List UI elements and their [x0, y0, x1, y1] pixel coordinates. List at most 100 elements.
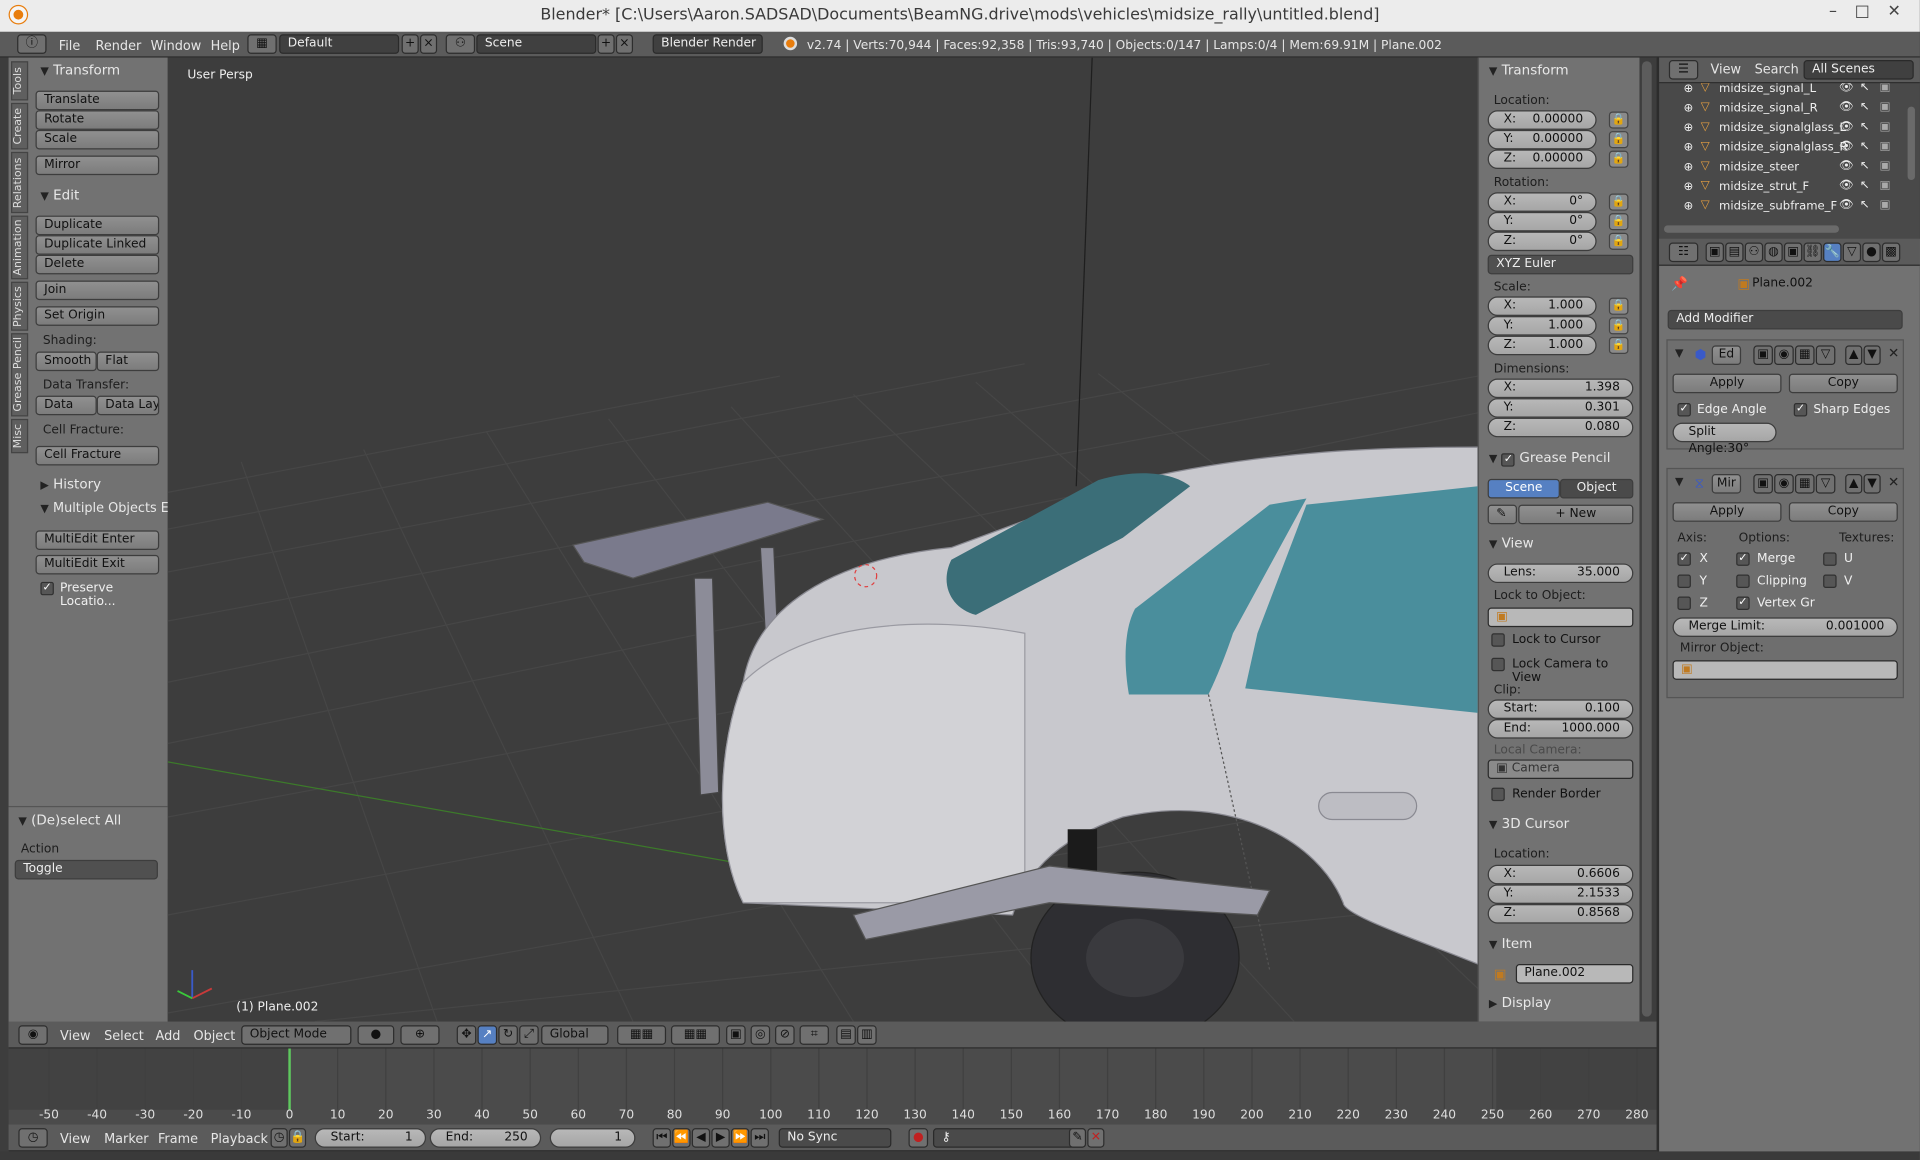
editor-type-properties-icon[interactable]: ☷ — [1668, 242, 1699, 263]
close-window-button[interactable]: ✕ — [1881, 2, 1908, 24]
lock-camera-checkbox[interactable] — [1491, 657, 1505, 672]
mirror-object-field[interactable]: ▣ — [1672, 660, 1898, 680]
edit-panel-title[interactable]: ▼ Edit — [40, 187, 79, 203]
cursor-z-field[interactable]: Z: 0.8568 — [1487, 903, 1634, 924]
item-panel-title[interactable]: ▼ Item — [1489, 936, 1532, 952]
merge-checkbox[interactable]: ✓ — [1736, 552, 1750, 566]
orientation-select[interactable]: Global — [541, 1025, 609, 1045]
lock-object-field[interactable]: ▣ — [1487, 607, 1634, 628]
visibility-eye-icon[interactable]: 👁 — [1839, 100, 1854, 113]
move-down-icon[interactable]: ▼ — [1863, 474, 1881, 494]
cursor-y-field[interactable]: Y: 2.1533 — [1487, 884, 1634, 904]
snap-icon[interactable]: ⊘ — [775, 1025, 795, 1045]
render-camera-icon[interactable]: ▣ — [1879, 120, 1890, 133]
visibility-eye-icon[interactable]: 👁 — [1839, 83, 1854, 94]
preview-range-icon[interactable]: ◷ — [270, 1128, 288, 1148]
collapse-triangle-icon[interactable]: ▼ — [1675, 476, 1683, 488]
layers-icon[interactable]: ▦▦ — [617, 1025, 667, 1045]
lock-location-x-icon[interactable]: 🔒 — [1608, 111, 1629, 129]
gp-object-button[interactable]: Object — [1559, 478, 1634, 499]
visibility-eye-icon[interactable]: 👁 — [1839, 179, 1854, 192]
translate-button[interactable]: Translate — [35, 90, 160, 111]
menu-file[interactable]: File — [59, 39, 81, 54]
lock-location-z-icon[interactable]: 🔒 — [1608, 150, 1629, 168]
rotate-manipulator-icon[interactable]: ↻ — [498, 1025, 518, 1045]
world-tab-icon[interactable]: ◍ — [1764, 242, 1783, 263]
multiedit-enter-button[interactable]: MultiEdit Enter — [35, 530, 160, 550]
gp-pencil-icon[interactable]: ✎ — [1487, 504, 1518, 525]
grease-pencil-checkbox[interactable]: ✓ — [1501, 453, 1516, 467]
merge-limit-field[interactable]: Merge Limit: 0.001000 — [1672, 617, 1898, 637]
tab-grease-pencil[interactable]: Grease Pencil — [11, 333, 29, 417]
lock-rotation-z-icon[interactable]: 🔒 — [1608, 232, 1629, 250]
render-visibility-icon[interactable]: ◉ — [1774, 474, 1794, 494]
render-icon[interactable]: ▤ — [836, 1025, 856, 1045]
outliner-row[interactable]: ⊕ ▽ midsize_signalglass_R 👁 ↖ ▣ — [1659, 138, 1904, 158]
outliner-row[interactable]: ⊕ ▽ midsize_steer 👁 ↖ ▣ — [1659, 158, 1904, 178]
screen-layout-icon[interactable]: ▦ — [247, 34, 277, 54]
grease-pencil-title[interactable]: ▼ ✓ Grease Pencil — [1489, 450, 1611, 467]
render-camera-icon[interactable]: ▣ — [1879, 140, 1890, 153]
multiple-objects-panel-title[interactable]: ▼ Multiple Objects Edit — [40, 501, 185, 516]
visibility-eye-icon[interactable]: 👁 — [1839, 198, 1854, 211]
outliner-row[interactable]: ⊕ ▽ midsize_signalglass_L 👁 ↖ ▣ — [1659, 119, 1904, 139]
scale-z-field[interactable]: Z: 1.000 — [1487, 335, 1597, 356]
editmode-icon[interactable]: ▦ — [1794, 345, 1815, 366]
texture-u-checkbox[interactable] — [1823, 552, 1837, 566]
remove-layout-icon[interactable]: × — [419, 34, 438, 54]
n-transform-title[interactable]: ▼ Transform — [1489, 62, 1569, 78]
current-frame-field[interactable]: 1 — [549, 1128, 636, 1148]
scale-x-field[interactable]: X: 1.000 — [1487, 296, 1597, 317]
lock-location-y-icon[interactable]: 🔒 — [1608, 131, 1629, 149]
cell-fracture-button[interactable]: Cell Fracture — [35, 445, 160, 466]
sharp-edges-checkbox[interactable]: ✓ — [1793, 402, 1808, 417]
location-y-field[interactable]: Y: 0.00000 — [1487, 129, 1597, 150]
outliner-row[interactable]: ⊕ ▽ midsize_subframe_F 👁 ↖ ▣ — [1659, 197, 1904, 217]
render-tab-icon[interactable]: ▣ — [1705, 242, 1724, 263]
tab-animation[interactable]: Animation — [11, 215, 29, 280]
visibility-eye-icon[interactable]: 👁 — [1839, 159, 1854, 172]
select-arrow-icon[interactable]: ↖ — [1860, 198, 1870, 211]
render-visibility-icon[interactable]: ◉ — [1774, 345, 1794, 366]
flat-button[interactable]: Flat — [96, 351, 160, 372]
move-up-icon[interactable]: ▲ — [1845, 474, 1863, 494]
editor-type-info-icon[interactable]: ⓘ — [17, 34, 47, 54]
outliner-vscroll[interactable] — [1907, 106, 1915, 181]
move-down-icon[interactable]: ▼ — [1863, 345, 1881, 366]
item-name-field[interactable]: Plane.002 — [1515, 963, 1634, 984]
record-icon[interactable]: ● — [908, 1128, 929, 1148]
lock-layers-icon[interactable]: ▣ — [726, 1025, 746, 1045]
expand-icon[interactable]: ⊕ — [1684, 180, 1694, 193]
tab-relations[interactable]: Relations — [11, 151, 29, 214]
prev-keyframe-icon[interactable]: ⏪ — [672, 1128, 691, 1148]
set-origin-select[interactable]: Set Origin — [35, 306, 160, 326]
manipulator-icon[interactable]: ✥ — [456, 1025, 477, 1045]
tab-misc[interactable]: Misc — [11, 418, 29, 454]
layers-2-icon[interactable]: ▦▦ — [670, 1025, 720, 1045]
render-camera-icon[interactable]: ▣ — [1879, 159, 1890, 172]
render-camera-icon[interactable]: ▣ — [1879, 198, 1890, 211]
scene-tab-icon[interactable]: ⚇ — [1744, 242, 1764, 263]
duplicate-button[interactable]: Duplicate — [35, 215, 160, 236]
axis-y-checkbox[interactable] — [1677, 574, 1691, 588]
lock-to-cursor-checkbox[interactable] — [1491, 633, 1505, 647]
render-camera-icon[interactable]: ▣ — [1879, 83, 1890, 94]
gp-scene-button[interactable]: Scene — [1487, 478, 1560, 499]
select-arrow-icon[interactable]: ↖ — [1860, 100, 1870, 113]
tab-create[interactable]: Create — [11, 102, 29, 150]
edge-split-apply-button[interactable]: Apply — [1672, 373, 1782, 394]
expand-icon[interactable]: ⊕ — [1684, 83, 1694, 95]
constraints-tab-icon[interactable]: ⛓ — [1803, 242, 1822, 263]
lock-rotation-y-icon[interactable]: 🔒 — [1608, 213, 1629, 231]
texture-tab-icon[interactable]: ▩ — [1881, 242, 1901, 263]
pin-icon[interactable]: 📌 — [1671, 276, 1688, 292]
dimension-x-field[interactable]: X: 1.398 — [1487, 378, 1634, 399]
render-layers-tab-icon[interactable]: ▤ — [1725, 242, 1744, 263]
menu-playback[interactable]: Playback — [211, 1132, 268, 1147]
menu-marker[interactable]: Marker — [104, 1132, 148, 1147]
realtime-icon[interactable]: ▣ — [1753, 345, 1773, 366]
scale-button[interactable]: Scale — [35, 129, 160, 150]
menu-view[interactable]: View — [60, 1132, 91, 1147]
action-select[interactable]: Toggle — [14, 859, 158, 880]
lock-rotation-x-icon[interactable]: 🔒 — [1608, 193, 1629, 211]
